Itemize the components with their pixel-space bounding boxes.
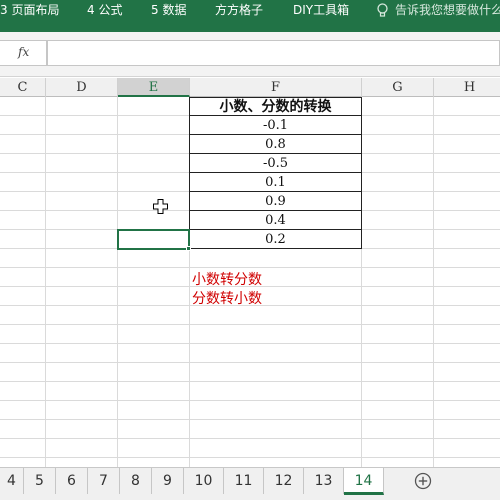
sheet-tab-5[interactable]: 5 [24, 468, 56, 494]
grid-line [0, 362, 500, 363]
selected-cell[interactable] [117, 229, 190, 250]
sheet-tab-4[interactable]: 4 [0, 468, 24, 494]
note-fraction-to-decimal[interactable]: 分数转小数 [192, 288, 262, 308]
column-header-e[interactable]: E [118, 78, 190, 97]
column-header-c[interactable]: C [0, 78, 46, 97]
column-header-h[interactable]: H [434, 78, 500, 97]
table-header[interactable]: 小数、分数的转换 [189, 97, 362, 116]
grid-line [0, 419, 500, 420]
fx-icon: fx [18, 45, 30, 59]
table-cell[interactable]: 0.9 [189, 192, 362, 211]
table-cell[interactable]: 0.4 [189, 211, 362, 230]
cell-grid[interactable]: 小数、分数的转换 -0.1 0.8 -0.5 0.1 0.9 0.4 0.2 小… [0, 97, 500, 467]
column-headers: C D E F G H [0, 78, 500, 97]
table-cell[interactable]: 0.8 [189, 135, 362, 154]
sheet-tab-12[interactable]: 12 [264, 468, 304, 494]
tab-diy-toolbox[interactable]: DIY工具箱 [293, 2, 349, 18]
grid-line [0, 438, 500, 439]
grid-line [0, 324, 500, 325]
column-header-f[interactable]: F [190, 78, 362, 97]
add-sheet-icon[interactable] [414, 472, 432, 490]
sheet-tab-11[interactable]: 11 [224, 468, 264, 494]
tab-page-layout[interactable]: 3 页面布局 [0, 2, 59, 18]
tab-fangfang-grid[interactable]: 方方格子 [215, 2, 263, 18]
cell-cursor-icon [153, 199, 168, 214]
tab-formulas[interactable]: 4 公式 [87, 2, 122, 18]
formula-input[interactable] [47, 40, 500, 66]
grid-line [0, 400, 500, 401]
sheet-tab-8[interactable]: 8 [120, 468, 152, 494]
column-header-g[interactable]: G [362, 78, 434, 97]
table-cell[interactable]: 0.1 [189, 173, 362, 192]
sheet-tab-14[interactable]: 14 [344, 468, 384, 495]
grid-line [0, 457, 500, 458]
grid-line [0, 381, 500, 382]
sheet-tab-6[interactable]: 6 [56, 468, 88, 494]
excel-window: 3 页面布局 4 公式 5 数据 方方格子 DIY工具箱 告诉我您想要做什么 f… [0, 0, 500, 500]
table-cell[interactable]: 0.2 [189, 230, 362, 249]
note-decimal-to-fraction[interactable]: 小数转分数 [192, 269, 262, 289]
table-cell[interactable]: -0.1 [189, 116, 362, 135]
fill-handle[interactable] [186, 246, 191, 251]
sheet-tab-10[interactable]: 10 [184, 468, 224, 494]
grid-line [0, 267, 500, 268]
table-cell[interactable]: -0.5 [189, 154, 362, 173]
grid-line [0, 343, 500, 344]
insert-function-button[interactable]: fx [0, 40, 47, 66]
tell-me-text: 告诉我您想要做什么 [395, 3, 500, 17]
tab-data[interactable]: 5 数据 [151, 2, 186, 18]
sheet-tab-9[interactable]: 9 [152, 468, 184, 494]
sheet-tab-bar: 4 5 6 7 8 9 10 11 12 13 14 [0, 467, 500, 500]
sheet-tab-7[interactable]: 7 [88, 468, 120, 494]
lightbulb-icon [377, 3, 388, 17]
sheet-tab-13[interactable]: 13 [304, 468, 344, 494]
column-header-d[interactable]: D [46, 78, 118, 97]
ribbon-tab-bar: 3 页面布局 4 公式 5 数据 方方格子 DIY工具箱 告诉我您想要做什么 [0, 0, 500, 32]
formula-bar: fx [0, 32, 500, 77]
